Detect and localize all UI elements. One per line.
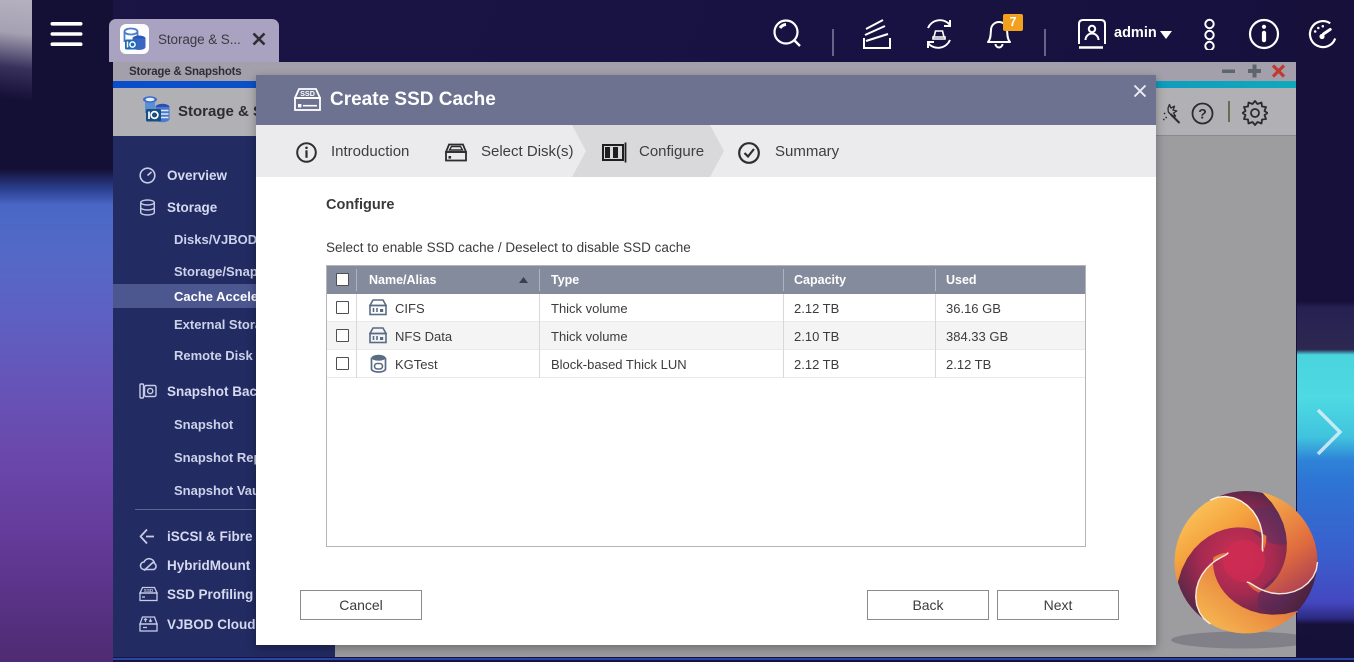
svg-text:SSD: SSD [300,89,315,98]
svg-text:?: ? [1198,106,1207,122]
svg-text:SSD: SSD [144,588,154,593]
